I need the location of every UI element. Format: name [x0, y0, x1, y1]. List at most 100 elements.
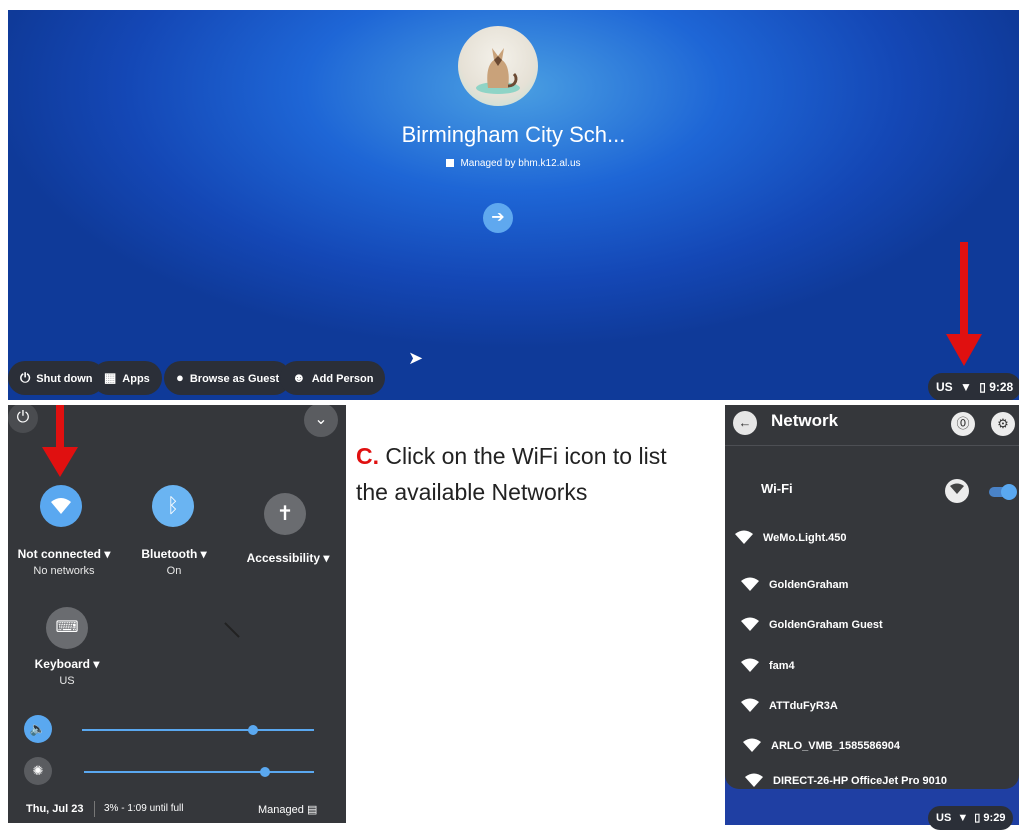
login-screen: Birmingham City Sch... Managed by bhm.k1…	[8, 10, 1019, 400]
brightness-slider-rest	[265, 771, 314, 773]
guest-icon: ●	[176, 370, 184, 385]
red-arrow-annotation	[960, 242, 968, 336]
power-button[interactable]: ⏻	[8, 405, 38, 433]
network-item[interactable]: GoldenGraham	[725, 577, 1019, 597]
user-avatar[interactable]	[458, 26, 538, 106]
red-arrow-head	[946, 334, 982, 366]
gear-icon: ⚙	[997, 416, 1009, 431]
wifi-icon	[51, 498, 71, 514]
battery-status: 3% - 1:09 until full	[104, 803, 184, 814]
add-wifi-button[interactable]	[945, 479, 969, 503]
network-panel: ← Network ⓪ ⚙ Wi-Fi WeMo.Light.450 Golden…	[725, 405, 1019, 789]
building-icon	[446, 159, 455, 167]
battery-icon: ▯	[979, 380, 986, 394]
network-name: fam4	[769, 660, 795, 672]
network-name: GoldenGraham	[769, 579, 849, 591]
managed-by-label: Managed by bhm.k12.al.us	[8, 158, 1019, 169]
back-button[interactable]: ←	[733, 411, 757, 435]
wifi-icon	[735, 530, 753, 544]
shutdown-button[interactable]: ⏻ Shut down	[8, 361, 105, 395]
apps-button[interactable]: ▦ Apps	[92, 361, 162, 395]
wifi-icon	[741, 577, 759, 591]
network-item[interactable]: GoldenGraham Guest	[725, 617, 1019, 637]
wifi-icon	[741, 617, 759, 631]
header-divider	[725, 445, 1019, 446]
red-arrow-annotation	[56, 405, 64, 449]
clock: 9:28	[989, 380, 1014, 394]
volume-slider-rest	[253, 729, 314, 731]
managed-indicator[interactable]: Managed ▤	[258, 803, 317, 816]
smudge-mark	[224, 622, 240, 638]
back-arrow-icon: ←	[738, 415, 752, 430]
bluetooth-status: On	[166, 565, 182, 577]
network-name: WeMo.Light.450	[763, 532, 847, 544]
network-name: DIRECT-26-HP OfficeJet Pro 9010	[773, 775, 948, 787]
network-item[interactable]: WeMo.Light.450	[725, 530, 1019, 550]
network-item[interactable]: ATTduFyR3A	[725, 698, 1019, 718]
step-letter: C.	[356, 443, 379, 469]
keyboard-button[interactable]: ⌨	[46, 607, 88, 649]
network-item[interactable]: fam4	[725, 658, 1019, 678]
keyboard-icon: ⌨	[55, 619, 79, 636]
accessibility-button[interactable]: ✝	[264, 493, 306, 535]
keyboard-layout: US	[59, 675, 75, 687]
wifi-toggle-knob[interactable]	[1001, 484, 1017, 500]
building-icon: ▤	[306, 804, 318, 816]
network-name: ATTduFyR3A	[769, 700, 838, 712]
brightness-icon: ✺	[32, 763, 44, 778]
volume-slider[interactable]	[82, 725, 314, 735]
wifi-icon	[950, 483, 964, 494]
bluetooth-label[interactable]: Bluetooth ▾	[124, 547, 224, 561]
wifi-section-label: Wi-Fi	[761, 481, 793, 496]
wifi-icon	[745, 773, 763, 787]
sign-in-arrow-button[interactable]: ➔	[483, 203, 513, 233]
power-icon: ⏻	[16, 409, 30, 426]
add-person-button[interactable]: ☻ Add Person	[280, 361, 386, 395]
mouse-cursor-icon: ➤	[408, 348, 424, 368]
network-name: ARLO_VMB_1585586904	[771, 740, 901, 752]
battery-icon: ▯	[974, 812, 981, 824]
brightness-button[interactable]: ✺	[24, 757, 52, 785]
wifi-icon	[743, 738, 761, 752]
instruction-text: C. Click on the WiFi icon to list the av…	[356, 438, 676, 510]
wifi-icon	[741, 698, 759, 712]
wifi-icon	[741, 658, 759, 672]
network-name: GoldenGraham Guest	[769, 619, 883, 631]
language-indicator: US	[936, 812, 952, 824]
network-toggle-button[interactable]	[40, 485, 82, 527]
wifi-icon: ▼	[960, 380, 972, 394]
red-arrow-head	[42, 447, 78, 477]
network-label[interactable]: Not connected ▾	[8, 547, 120, 561]
brightness-slider[interactable]	[84, 767, 314, 777]
wifi-toggle[interactable]	[989, 484, 1017, 500]
footer-divider	[94, 801, 95, 817]
clock: 9:29	[983, 812, 1006, 824]
settings-button[interactable]: ⚙	[991, 412, 1015, 436]
wifi-icon: ▼	[957, 812, 969, 824]
volume-icon: 🔈	[29, 721, 47, 736]
volume-button[interactable]: 🔈	[24, 715, 52, 743]
bluetooth-icon: ᛒ	[167, 495, 179, 517]
add-person-icon: ☻	[292, 370, 306, 385]
info-button[interactable]: ⓪	[951, 412, 975, 436]
network-item[interactable]: DIRECT-26-HP OfficeJet Pro 9010	[725, 773, 1019, 793]
collapse-button[interactable]: ⌄	[304, 405, 338, 437]
volume-slider-fill	[82, 725, 258, 735]
power-icon: ⏻	[20, 370, 31, 385]
step-description: Click on the WiFi icon to list the avail…	[356, 443, 667, 505]
date-label[interactable]: Thu, Jul 23	[26, 803, 83, 815]
quick-settings-panel: ⏻ ⌄ Not connected ▾ No networks ᛒ Blueto…	[8, 405, 346, 823]
network-panel-title: Network	[771, 411, 839, 430]
accessibility-label[interactable]: Accessibility ▾	[236, 551, 340, 565]
network-status: No networks	[33, 565, 95, 577]
chevron-down-icon: ⌄	[314, 411, 328, 428]
bluetooth-toggle-button[interactable]: ᛒ	[152, 485, 194, 527]
keyboard-label[interactable]: Keyboard ▾	[12, 657, 122, 671]
brightness-slider-fill	[84, 767, 270, 777]
network-item[interactable]: ARLO_VMB_1585586904	[725, 738, 1019, 758]
apps-grid-icon: ▦	[104, 370, 117, 385]
browse-as-guest-button[interactable]: ● Browse as Guest	[164, 361, 292, 395]
status-tray[interactable]: US ▼ ▯ 9:28	[928, 373, 1019, 400]
info-icon: ⓪	[956, 416, 970, 431]
status-tray[interactable]: US ▼ ▯ 9:29	[928, 806, 1014, 830]
